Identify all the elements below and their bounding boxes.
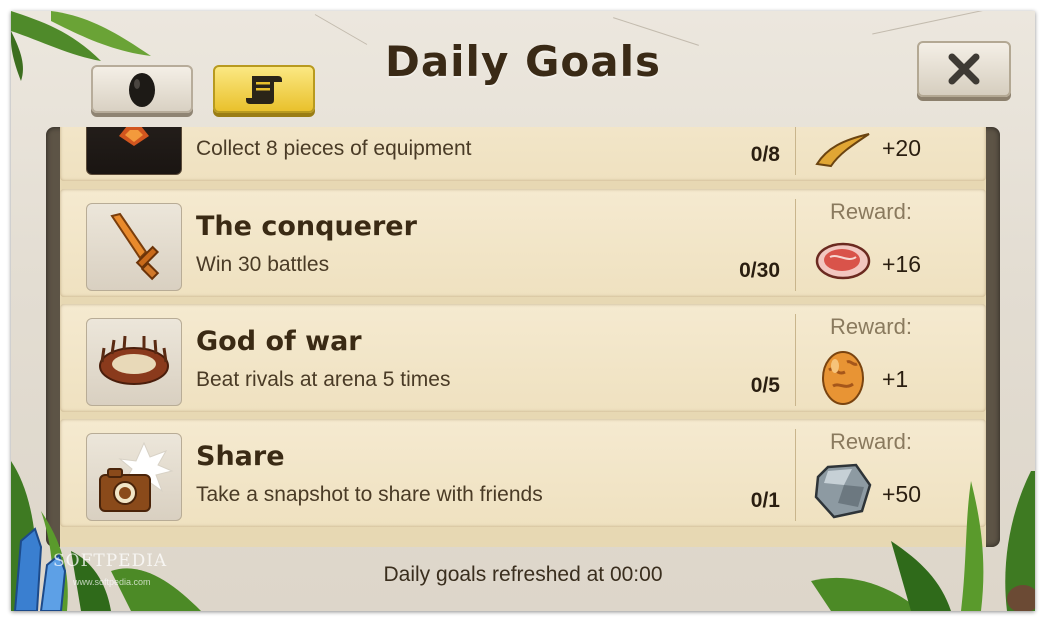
close-button[interactable]	[917, 41, 1011, 97]
arena-thumbnail	[86, 318, 182, 406]
goal-progress: 0/1	[750, 489, 780, 512]
game-window: Daily Goals Collect 8 pieces of equipmen…	[11, 11, 1035, 611]
goal-row: The conquerer Win 30 battles 0/30 Reward…	[60, 189, 986, 297]
close-icon	[948, 53, 980, 85]
tab-eggs[interactable]	[91, 65, 193, 113]
meat-icon	[812, 233, 874, 289]
goal-description: Collect 8 pieces of equipment	[196, 137, 472, 160]
stone-crack	[872, 11, 990, 35]
sword-thumbnail	[86, 203, 182, 291]
goal-description: Beat rivals at arena 5 times	[196, 368, 451, 391]
goal-title: The conquerer	[196, 211, 417, 242]
row-divider	[795, 127, 796, 175]
goal-row: God of war Beat rivals at arena 5 times …	[60, 304, 986, 412]
reward-amount: +1	[882, 366, 909, 392]
goal-description: Take a snapshot to share with friends	[196, 483, 543, 506]
watermark: SOFTPEDIA	[53, 551, 168, 571]
tab-goals[interactable]	[213, 65, 315, 113]
leaves-decoration	[811, 471, 1035, 611]
goal-description: Win 30 battles	[196, 253, 330, 276]
reward-label: Reward:	[830, 314, 912, 339]
goal-row: Collect 8 pieces of equipment 0/8 +20	[60, 127, 986, 181]
horn-icon	[812, 127, 874, 173]
reward-amount: +20	[882, 135, 922, 161]
arena-icon	[99, 335, 169, 385]
goal-progress: 0/30	[739, 259, 780, 282]
equipment-icon	[119, 127, 149, 146]
reward-amount: +16	[882, 251, 922, 277]
equipment-thumbnail	[86, 127, 182, 175]
goal-progress: 0/8	[750, 143, 780, 166]
goal-progress: 0/5	[750, 374, 780, 397]
goal-title: God of war	[196, 326, 362, 357]
scroll-icon	[246, 76, 282, 104]
egg-icon	[129, 73, 155, 107]
egg-icon	[812, 348, 874, 405]
watermark-url: www.softpedia.com	[73, 577, 151, 587]
sword-icon	[110, 212, 160, 281]
reward-label: Reward:	[830, 199, 912, 224]
